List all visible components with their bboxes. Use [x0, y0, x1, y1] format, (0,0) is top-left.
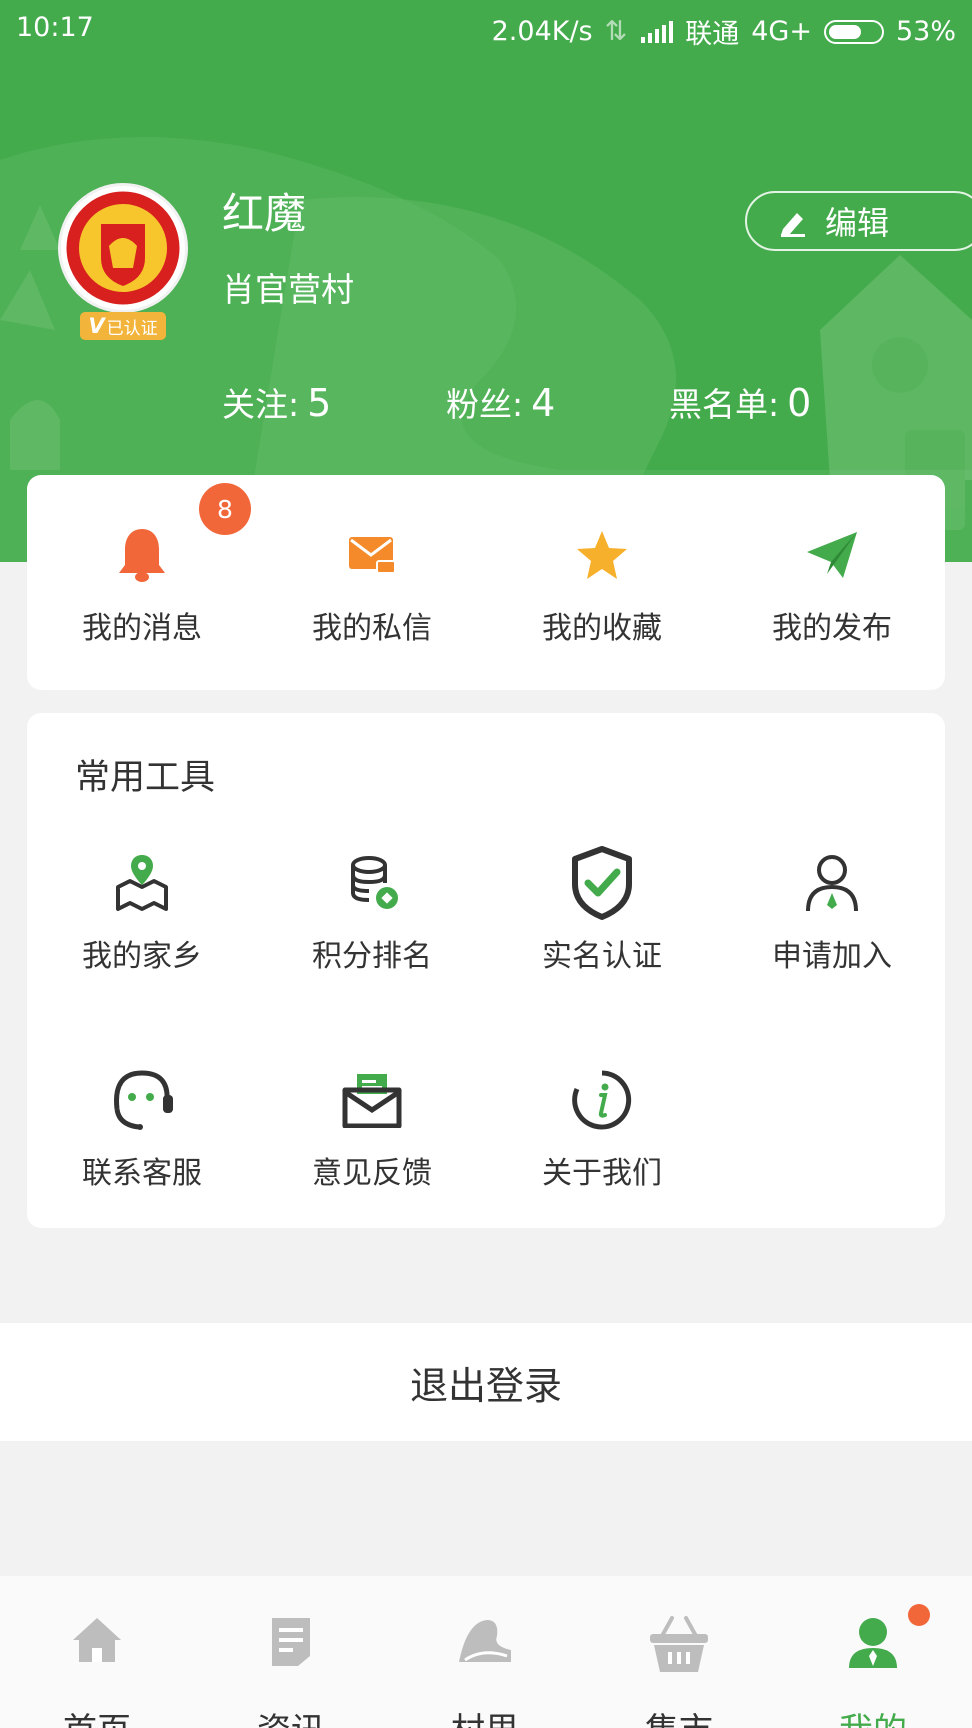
tab-mine[interactable]: 我的: [776, 1576, 970, 1728]
tab-label: 我的: [776, 1703, 970, 1728]
pencil-icon: [781, 213, 805, 237]
quick-item-favorites[interactable]: 我的收藏: [487, 515, 717, 647]
quick-item-label: 我的私信: [312, 611, 432, 646]
tool-apply-to-join[interactable]: 申请加入: [717, 843, 947, 975]
tool-points-ranking[interactable]: 积分排名: [257, 843, 487, 975]
stat-label: 黑名单:: [669, 385, 780, 424]
news-icon: [272, 1618, 310, 1666]
tool-label: 实名认证: [542, 939, 662, 974]
headset-icon: [114, 1070, 173, 1130]
edit-profile-button[interactable]: 编辑: [745, 191, 972, 251]
quick-item-label: 我的消息: [82, 611, 202, 646]
status-speed: 2.04K/s: [491, 16, 593, 47]
quick-item-label: 我的发布: [772, 611, 892, 646]
tools-card: 常用工具 我的家乡 积分排名 实名认证 申请加入 联系客服 意见反馈 关于我们: [27, 713, 945, 1228]
unread-badge: 8: [199, 483, 251, 535]
tab-label: 首页: [0, 1703, 194, 1728]
person-icon: [806, 855, 858, 912]
tool-customer-service[interactable]: 联系客服: [27, 1060, 257, 1192]
tab-notification-dot: [908, 1604, 930, 1626]
club-crest-logo: [63, 188, 183, 308]
data-transfer-icon: ⇅: [604, 16, 628, 47]
bottom-tab-bar: 首页 资讯 村里 集市 我的: [0, 1576, 972, 1728]
battery-icon: [823, 19, 884, 44]
quick-item-private-messages[interactable]: 我的私信: [257, 515, 487, 647]
quick-item-my-posts[interactable]: 我的发布: [717, 515, 947, 647]
status-time: 10:17: [16, 12, 94, 43]
bell-icon: [119, 529, 165, 582]
tool-label: 意见反馈: [312, 1156, 432, 1191]
basket-icon: [650, 1616, 708, 1672]
signal-icon: [641, 20, 674, 43]
village-icon: [459, 1620, 511, 1662]
tool-feedback[interactable]: 意见反馈: [257, 1060, 487, 1192]
tool-label: 我的家乡: [82, 939, 202, 974]
quick-item-messages[interactable]: 我的消息 8: [27, 483, 257, 647]
tab-news[interactable]: 资讯: [194, 1576, 388, 1728]
status-bar: 10:17 2.04K/s ⇅ 联通 4G+ 53%: [0, 0, 972, 56]
stat-value: 0: [787, 381, 812, 425]
user-village: 肖官营村: [222, 270, 354, 309]
logout-button[interactable]: 退出登录: [0, 1323, 972, 1441]
avatar[interactable]: [58, 183, 188, 313]
tool-label: 关于我们: [542, 1156, 662, 1191]
quick-item-label: 我的收藏: [542, 611, 662, 646]
status-carrier: 联通: [685, 19, 740, 50]
quick-actions-card: 我的消息 8 我的私信 我的收藏 我的发布: [27, 475, 945, 690]
shield-check-icon: [572, 846, 632, 920]
stat-following[interactable]: 关注: 5: [222, 378, 331, 426]
tool-label: 联系客服: [82, 1156, 202, 1191]
coins-icon: [351, 856, 398, 909]
stat-label: 粉丝:: [446, 385, 524, 424]
stat-value: 5: [307, 381, 332, 425]
tool-label: 积分排名: [312, 939, 432, 974]
mail-icon: [349, 537, 396, 574]
verified-label: 已认证: [106, 318, 158, 339]
tab-home[interactable]: 首页: [0, 1576, 194, 1728]
tool-real-name-verification[interactable]: 实名认证: [487, 843, 717, 975]
paper-plane-icon: [807, 532, 857, 578]
stat-blacklist[interactable]: 黑名单: 0: [669, 378, 811, 426]
tools-title: 常用工具: [75, 758, 216, 798]
stat-followers[interactable]: 粉丝: 4: [446, 378, 555, 426]
stat-label: 关注:: [222, 385, 300, 424]
home-icon: [73, 1618, 121, 1662]
status-battery-text: 53%: [895, 16, 956, 47]
info-icon: [572, 1070, 632, 1130]
feedback-mail-icon: [342, 1074, 402, 1128]
user-icon: [849, 1618, 897, 1668]
tool-about-us[interactable]: 关于我们: [487, 1060, 717, 1192]
map-pin-icon: [116, 855, 168, 911]
status-network: 4G+: [751, 16, 812, 47]
tab-label: 集市: [582, 1703, 776, 1728]
edit-label: 编辑: [825, 204, 890, 242]
tab-market[interactable]: 集市: [582, 1576, 776, 1728]
user-name: 红魔: [222, 189, 307, 238]
star-icon: [577, 531, 627, 579]
tool-label: 申请加入: [772, 939, 892, 974]
stat-value: 4: [531, 381, 556, 425]
tab-label: 村里: [388, 1703, 582, 1728]
verified-v-mark: V: [88, 314, 105, 338]
verified-badge: V 已认证: [80, 312, 166, 340]
tool-hometown[interactable]: 我的家乡: [27, 843, 257, 975]
tab-label: 资讯: [194, 1703, 388, 1728]
tab-village[interactable]: 村里: [388, 1576, 582, 1728]
